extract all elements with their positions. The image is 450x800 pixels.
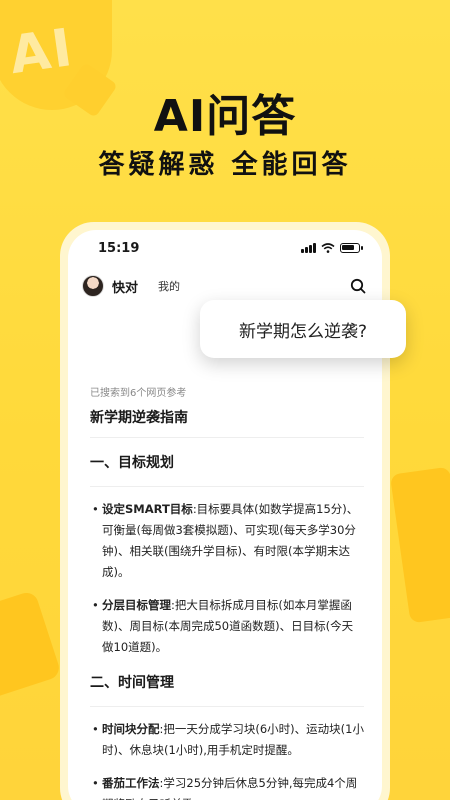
list-item: 设定SMART目标:目标要具体(如数学提高15分)、可衡量(每周做3套模拟题)、… bbox=[90, 499, 364, 583]
searched-note: 已搜索到6个网页参考 bbox=[90, 388, 187, 399]
item-label: 设定SMART目标 bbox=[102, 502, 193, 516]
battery-icon bbox=[340, 243, 363, 253]
item-label: 分层目标管理 bbox=[102, 598, 171, 612]
ai-badge-text: AI bbox=[6, 17, 78, 87]
item-label: 番茄工作法 bbox=[102, 776, 160, 790]
status-bar: 15:19 bbox=[68, 230, 382, 266]
app-name: 快对 bbox=[112, 280, 139, 296]
wifi-icon bbox=[321, 243, 335, 253]
tab-mine[interactable]: 我的 bbox=[158, 278, 180, 294]
section-title: 二、时间管理 bbox=[90, 672, 364, 707]
left-shape-decoration bbox=[0, 589, 62, 701]
hero-title: AI问答 bbox=[153, 91, 297, 142]
answer-content: 已搜索到6个网页参考 新学期逆袭指南 一、目标规划 设定SMART目标:目标要具… bbox=[68, 384, 382, 800]
section-title: 一、目标规划 bbox=[90, 452, 364, 487]
avatar[interactable] bbox=[82, 275, 104, 297]
item-label: 时间块分配 bbox=[102, 722, 160, 736]
list-item: 时间块分配:把一天分成学习块(6小时)、运动块(1小时)、休息块(1小时),用手… bbox=[90, 719, 364, 761]
list-item: 番茄工作法:学习25分钟后休息5分钟,每完成4个周期奖励自己听首歌。 bbox=[90, 773, 364, 800]
question-bubble[interactable]: 新学期怎么逆袭? bbox=[200, 300, 406, 358]
status-icons bbox=[301, 243, 363, 253]
right-shape-decoration bbox=[389, 466, 450, 624]
list-item: 分层目标管理:把大目标拆成月目标(如本月掌握函数)、周目标(本周完成50道函数题… bbox=[90, 595, 364, 658]
hero-subtitle: 答疑解惑 全能回答 bbox=[98, 150, 352, 180]
status-time: 15:19 bbox=[98, 240, 140, 256]
search-icon[interactable] bbox=[350, 278, 366, 294]
answer-title: 新学期逆袭指南 bbox=[90, 407, 364, 438]
signal-icon bbox=[301, 243, 316, 253]
